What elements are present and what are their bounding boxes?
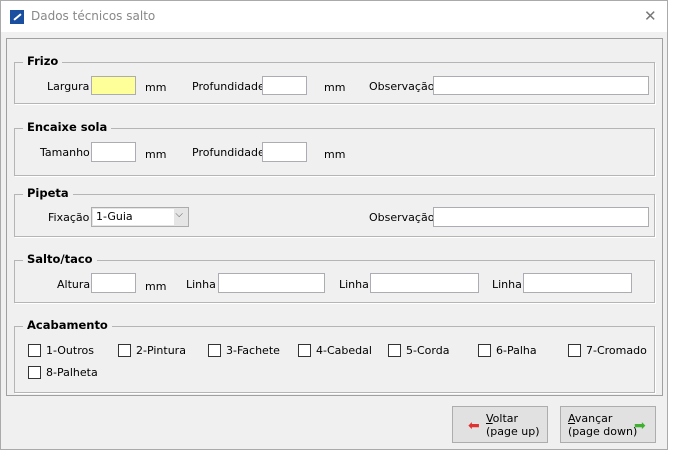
- fixacao-label: Fixação: [48, 211, 90, 224]
- acabamento-option-label[interactable]: 5-Corda: [406, 344, 449, 357]
- acabamento-option-label[interactable]: 2-Pintura: [136, 344, 186, 357]
- encaixe-profundidade-input[interactable]: [262, 142, 307, 162]
- voltar-button[interactable]: ⬅ Voltar (page up): [452, 406, 548, 443]
- acabamento-option-label[interactable]: 1-Outros: [46, 344, 94, 357]
- arrow-right-icon: ➡: [634, 418, 646, 434]
- mm-unit: mm: [145, 280, 167, 293]
- acabamento-checkbox[interactable]: [298, 344, 311, 357]
- frizo-profundidade-input[interactable]: [262, 76, 307, 95]
- acabamento-legend: Acabamento: [23, 318, 112, 332]
- window-title: Dados técnicos salto: [31, 9, 156, 23]
- encaixe-tamanho-input[interactable]: [91, 142, 136, 162]
- voltar-sublabel: (page up): [486, 425, 540, 438]
- avancar-label: vançar: [574, 412, 613, 425]
- fixacao-value: 1-Guia: [93, 209, 174, 225]
- avancar-hotkey: A: [568, 412, 575, 425]
- profundidade-label: Profundidade: [192, 146, 265, 159]
- voltar-hotkey: V: [486, 412, 493, 425]
- encaixe-legend: Encaixe sola: [23, 120, 112, 134]
- linha-label-1: Linha: [186, 278, 216, 291]
- acabamento-option-label[interactable]: 7-Cromado: [586, 344, 647, 357]
- close-icon[interactable]: ✕: [644, 7, 657, 25]
- mm-unit: mm: [145, 148, 167, 161]
- linha-label-2: Linha: [339, 278, 369, 291]
- observacao-label: Observação: [369, 80, 435, 93]
- mm-unit: mm: [324, 148, 346, 161]
- app-icon: [10, 10, 24, 24]
- profundidade-label: Profundidade: [192, 80, 265, 93]
- linha-label-3: Linha: [492, 278, 522, 291]
- acabamento-option-label[interactable]: 6-Palha: [496, 344, 537, 357]
- acabamento-checkbox[interactable]: [388, 344, 401, 357]
- pipeta-observacao-input[interactable]: [433, 207, 649, 227]
- mm-unit: mm: [145, 81, 167, 94]
- fixacao-select[interactable]: 1-Guia ⌵: [91, 207, 189, 227]
- acabamento-group: Acabamento: [14, 318, 655, 393]
- acabamento-checkbox[interactable]: [568, 344, 581, 357]
- acabamento-option-label[interactable]: 3-Fachete: [226, 344, 280, 357]
- salto-legend: Salto/taco: [23, 252, 97, 266]
- altura-label: Altura: [57, 278, 91, 291]
- acabamento-checkbox[interactable]: [28, 366, 41, 379]
- acabamento-checkbox[interactable]: [28, 344, 41, 357]
- acabamento-option-label[interactable]: 8-Palheta: [46, 366, 98, 379]
- chevron-down-icon[interactable]: ⌵: [175, 209, 183, 220]
- arrow-left-icon: ⬅: [468, 418, 480, 434]
- linha-input-2[interactable]: [370, 273, 479, 293]
- frizo-observacao-input[interactable]: [433, 76, 649, 95]
- avancar-sublabel: (page down): [568, 425, 638, 438]
- voltar-label: oltar: [492, 412, 519, 425]
- frizo-legend: Frizo: [23, 54, 63, 68]
- largura-label: Largura: [47, 80, 90, 93]
- tamanho-label: Tamanho: [40, 146, 90, 159]
- pipeta-legend: Pipeta: [23, 186, 73, 200]
- acabamento-checkbox[interactable]: [208, 344, 221, 357]
- acabamento-checkbox[interactable]: [478, 344, 491, 357]
- mm-unit: mm: [324, 81, 346, 94]
- frizo-largura-input[interactable]: [91, 76, 136, 95]
- avancar-button[interactable]: Avançar (page down) ➡: [560, 406, 656, 443]
- linha-input-3[interactable]: [523, 273, 632, 293]
- title-bar: Dados técnicos salto ✕: [1, 1, 667, 32]
- acabamento-option-label[interactable]: 4-Cabedal: [316, 344, 372, 357]
- acabamento-checkbox[interactable]: [118, 344, 131, 357]
- linha-input-1[interactable]: [218, 273, 325, 293]
- altura-input[interactable]: [91, 273, 136, 293]
- observacao-label: Observação: [369, 211, 435, 224]
